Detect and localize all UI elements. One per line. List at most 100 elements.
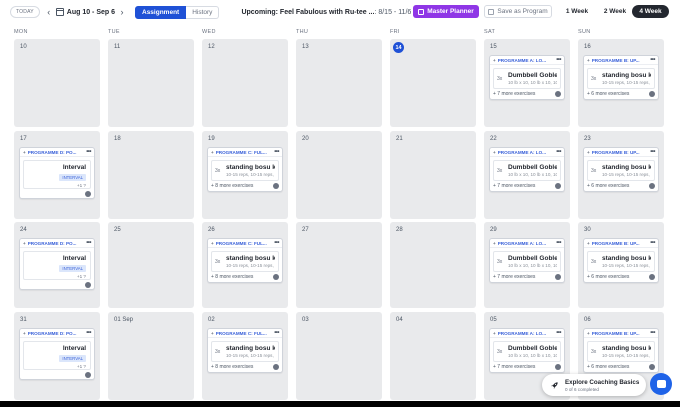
more-exercises-link[interactable]: + 6 more exercises bbox=[587, 364, 629, 370]
plus-icon[interactable]: + bbox=[493, 58, 496, 63]
save-as-program-button[interactable]: Save as Program bbox=[484, 5, 552, 18]
calendar-day-cell[interactable]: 18 bbox=[108, 131, 194, 219]
week-option-1[interactable]: 1 Week bbox=[562, 5, 592, 18]
add-circle-icon[interactable] bbox=[649, 274, 655, 280]
calendar-day-cell[interactable]: 03 bbox=[296, 312, 382, 400]
plus-icon[interactable]: + bbox=[211, 241, 214, 246]
add-circle-icon[interactable] bbox=[85, 190, 91, 197]
calendar-day-cell[interactable]: 14 bbox=[390, 39, 476, 127]
date-range-label[interactable]: Aug 10 - Sep 6 bbox=[67, 9, 115, 16]
more-options-icon[interactable]: ••• bbox=[556, 240, 561, 246]
more-exercises-link[interactable]: + 6 more exercises bbox=[587, 274, 629, 280]
plus-icon[interactable]: + bbox=[587, 331, 590, 336]
more-options-icon[interactable]: ••• bbox=[556, 149, 561, 155]
workout-card[interactable]: + PROGRAMME D: PO... ••• Interval INTERVAL +1… bbox=[19, 328, 95, 380]
calendar-day-cell[interactable]: 28 bbox=[390, 222, 476, 308]
add-circle-icon[interactable] bbox=[85, 281, 91, 288]
plus-icon[interactable]: + bbox=[493, 331, 496, 336]
workout-card[interactable]: +PROGRAMME A: LO... ••• 3x Dumbbell Goblet … bbox=[489, 328, 565, 373]
more-exercises-link[interactable]: + 8 more exercises bbox=[211, 183, 253, 189]
workout-card[interactable]: +PROGRAMME B: UP... ••• 3x standing bosu kn… bbox=[583, 238, 659, 283]
exercise-row[interactable]: 3x standing bosu kn...10-15 reps, 10-15 r… bbox=[587, 251, 655, 272]
exercise-row[interactable]: 3x Dumbbell Goblet ...10 lb x 10, 10 lb x… bbox=[493, 160, 561, 181]
tab-history[interactable]: History bbox=[186, 5, 220, 19]
more-options-icon[interactable]: ••• bbox=[86, 330, 91, 336]
plus-icon[interactable]: + bbox=[23, 331, 26, 336]
workout-card[interactable]: + PROGRAMME D: PO... ••• Interval INTERVAL +1… bbox=[19, 238, 95, 290]
calendar-day-cell[interactable]: 27 bbox=[296, 222, 382, 308]
calendar-day-cell[interactable]: 01 Sep bbox=[108, 312, 194, 400]
calendar-day-cell[interactable]: 15 + PROGRAMME A: LO... ••• 3x Dumbbell Goble… bbox=[484, 39, 570, 127]
add-circle-icon[interactable] bbox=[273, 364, 279, 370]
more-exercises-link[interactable]: + 7 more exercises bbox=[493, 364, 535, 370]
more-options-icon[interactable]: ••• bbox=[650, 57, 655, 63]
plus-icon[interactable]: + bbox=[493, 241, 496, 246]
workout-card[interactable]: +PROGRAMME B: UP... ••• 3x standing bosu kn… bbox=[583, 55, 659, 100]
master-planner-button[interactable]: Master Planner bbox=[413, 5, 479, 18]
plus-icon[interactable]: + bbox=[587, 150, 590, 155]
add-circle-icon[interactable] bbox=[649, 364, 655, 370]
tab-assignment[interactable]: Assignment bbox=[135, 5, 187, 19]
chevron-left-icon[interactable]: ‹ bbox=[44, 6, 54, 18]
more-options-icon[interactable]: ••• bbox=[86, 149, 91, 155]
calendar-day-cell[interactable]: 20 bbox=[296, 131, 382, 219]
more-options-icon[interactable]: ••• bbox=[274, 240, 279, 246]
chevron-right-icon[interactable]: › bbox=[117, 6, 127, 18]
workout-card[interactable]: +PROGRAMME B: UP... ••• 3x standing bosu kn… bbox=[583, 147, 659, 192]
add-circle-icon[interactable] bbox=[555, 91, 561, 97]
calendar-day-cell[interactable]: 23 + PROGRAMME B: UP... ••• 3x standing bosu … bbox=[578, 131, 664, 219]
add-circle-icon[interactable] bbox=[649, 91, 655, 97]
workout-card[interactable]: +PROGRAMME A: LO... ••• 3x Dumbbell Goblet … bbox=[489, 55, 565, 100]
add-circle-icon[interactable] bbox=[273, 274, 279, 280]
more-exercises-link[interactable]: + 7 more exercises bbox=[493, 91, 535, 97]
add-circle-icon[interactable] bbox=[555, 274, 561, 280]
interval-block[interactable]: Interval INTERVAL +1 ? bbox=[23, 341, 91, 370]
calendar-day-cell[interactable]: 10 bbox=[14, 39, 100, 127]
plus-icon[interactable]: + bbox=[23, 241, 26, 246]
chat-button[interactable] bbox=[650, 373, 672, 395]
plus-icon[interactable]: + bbox=[23, 150, 26, 155]
more-options-icon[interactable]: ••• bbox=[274, 330, 279, 336]
explore-coaching-widget[interactable]: Explore Coaching Basics 0 of 6 completed bbox=[542, 374, 646, 396]
more-exercises-link[interactable]: + 8 more exercises bbox=[211, 274, 253, 280]
more-options-icon[interactable]: ••• bbox=[650, 330, 655, 336]
exercise-row[interactable]: 3x standing bosu kn...10-15 reps, 10-15 r… bbox=[211, 341, 279, 362]
interval-block[interactable]: Interval INTERVAL +1 ? bbox=[23, 160, 91, 189]
week-option-4[interactable]: 4 Week bbox=[632, 5, 669, 18]
plus-icon[interactable]: + bbox=[211, 331, 214, 336]
interval-block[interactable]: Interval INTERVAL +1 ? bbox=[23, 251, 91, 280]
more-options-icon[interactable]: ••• bbox=[86, 240, 91, 246]
calendar-day-cell[interactable]: 04 bbox=[390, 312, 476, 400]
plus-icon[interactable]: + bbox=[211, 150, 214, 155]
more-options-icon[interactable]: ••• bbox=[274, 149, 279, 155]
exercise-row[interactable]: 3x Dumbbell Goblet ...10 lb x 10, 10 lb x… bbox=[493, 341, 561, 362]
calendar-day-cell[interactable]: 12 bbox=[202, 39, 288, 127]
more-exercises-link[interactable]: + 8 more exercises bbox=[211, 364, 253, 370]
add-circle-icon[interactable] bbox=[273, 183, 279, 189]
calendar-day-cell[interactable]: 24 + PROGRAMME D: PO... ••• Interval INTERVAL… bbox=[14, 222, 100, 308]
calendar-day-cell[interactable]: 29 + PROGRAMME A: LO... ••• 3x Dumbbell Goble… bbox=[484, 222, 570, 308]
exercise-row[interactable]: 3x Dumbbell Goblet ...10 lb x 10, 10 lb x… bbox=[493, 251, 561, 272]
calendar-day-cell[interactable]: 13 bbox=[296, 39, 382, 127]
plus-icon[interactable]: + bbox=[493, 150, 496, 155]
add-circle-icon[interactable] bbox=[555, 364, 561, 370]
calendar-day-cell[interactable]: 11 bbox=[108, 39, 194, 127]
calendar-day-cell[interactable]: 26 + PROGRAMME C: FUL... ••• 3x standing bosu… bbox=[202, 222, 288, 308]
calendar-day-cell[interactable]: 25 bbox=[108, 222, 194, 308]
more-exercises-link[interactable]: + 7 more exercises bbox=[493, 183, 535, 189]
more-exercises-link[interactable]: + 6 more exercises bbox=[587, 91, 629, 97]
workout-card[interactable]: + PROGRAMME C: FUL... ••• 3x standing bosu k… bbox=[207, 238, 283, 283]
calendar-day-cell[interactable]: 17 + PROGRAMME D: PO... ••• Interval INTERVAL… bbox=[14, 131, 100, 219]
exercise-row[interactable]: 3x standing bosu kn...10-15 reps, 10-15 r… bbox=[587, 160, 655, 181]
workout-card[interactable]: + PROGRAMME C: FUL... ••• 3x standing bosu k… bbox=[207, 328, 283, 373]
more-options-icon[interactable]: ••• bbox=[556, 330, 561, 336]
calendar-day-cell[interactable]: 22 + PROGRAMME A: LO... ••• 3x Dumbbell Goble… bbox=[484, 131, 570, 219]
exercise-row[interactable]: 3x standing bosu kn...10-15 reps, 10-15 r… bbox=[211, 251, 279, 272]
plus-icon[interactable]: + bbox=[587, 58, 590, 63]
calendar-day-cell[interactable]: 16 + PROGRAMME B: UP... ••• 3x standing bosu … bbox=[578, 39, 664, 127]
more-options-icon[interactable]: ••• bbox=[650, 149, 655, 155]
calendar-day-cell[interactable]: 21 bbox=[390, 131, 476, 219]
more-exercises-link[interactable]: + 7 more exercises bbox=[493, 274, 535, 280]
more-options-icon[interactable]: ••• bbox=[556, 57, 561, 63]
workout-card[interactable]: +PROGRAMME A: LO... ••• 3x Dumbbell Goblet … bbox=[489, 147, 565, 192]
